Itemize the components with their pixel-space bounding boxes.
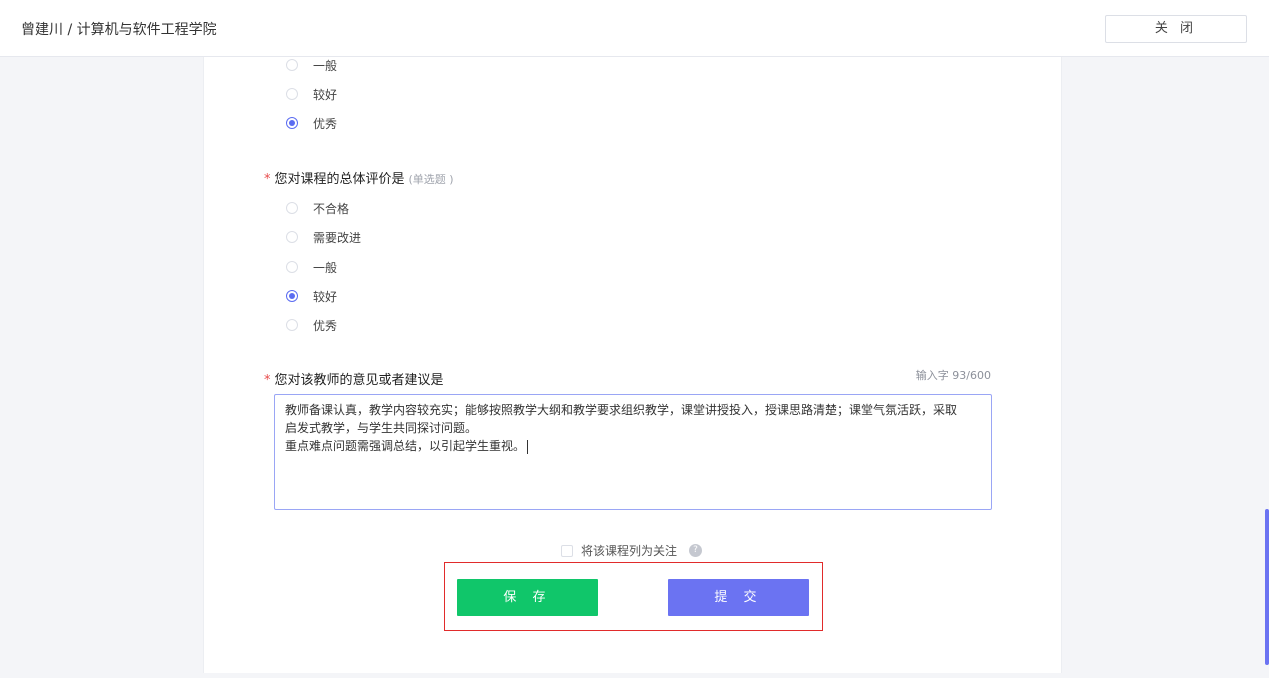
required-star: * xyxy=(264,172,271,187)
radio-button-selected[interactable] xyxy=(286,290,298,302)
follow-checkbox[interactable] xyxy=(561,544,573,557)
radio-button[interactable] xyxy=(286,261,298,273)
radio-option-prev-2[interactable]: 优秀 xyxy=(286,113,337,133)
submit-button[interactable]: 提 交 xyxy=(668,579,809,616)
radio-option-overall-1[interactable]: 需要改进 xyxy=(286,227,361,247)
textarea-line-last: 重点难点问题需强调总结，以引起学生重视。 xyxy=(285,437,981,455)
close-button[interactable]: 关 闭 xyxy=(1105,15,1247,43)
question-type-hint: (单选题 ) xyxy=(408,173,454,186)
radio-label: 优秀 xyxy=(313,116,338,131)
survey-card: 一般 较好 优秀 * 您对课程的总体评价是 (单选题 ) 不合格 需要改进 一般 较… xyxy=(203,57,1062,673)
radio-button[interactable] xyxy=(286,319,298,331)
textarea-line: 重点难点问题需强调总结，以引起学生重视。 xyxy=(285,439,526,453)
question-suggestion-title: * 您对该教师的意见或者建议是 xyxy=(264,369,444,388)
question-overall-title: * 您对课程的总体评价是 (单选题 ) xyxy=(264,168,454,187)
page-title: 曾建川 / 计算机与软件工程学院 xyxy=(21,22,217,38)
radio-label: 不合格 xyxy=(313,201,350,216)
scrollbar-thumb[interactable] xyxy=(1265,509,1269,665)
radio-label: 一般 xyxy=(313,58,338,73)
radio-label: 优秀 xyxy=(313,318,338,333)
textarea-line: 教师备课认真，教学内容较充实；能够按照教学大纲和教学要求组织教学，课堂讲授投入，… xyxy=(285,403,958,417)
help-icon[interactable]: ? xyxy=(689,544,703,557)
radio-option-overall-2[interactable]: 一般 xyxy=(286,257,337,277)
text-caret xyxy=(527,439,529,454)
radio-label: 需要改进 xyxy=(313,230,362,245)
radio-button-selected[interactable] xyxy=(286,117,298,129)
radio-button[interactable] xyxy=(286,202,298,214)
char-count: 输入字 93/600 xyxy=(915,369,991,382)
save-button[interactable]: 保 存 xyxy=(457,579,598,616)
follow-course-option[interactable]: 将该课程列为关注 ? xyxy=(561,542,703,559)
question-text: 您对课程的总体评价是 xyxy=(274,172,405,187)
suggestion-textarea[interactable]: 教师备课认真，教学内容较充实；能够按照教学大纲和教学要求组织教学，课堂讲授投入，… xyxy=(274,394,992,510)
radio-button[interactable] xyxy=(286,88,298,100)
radio-label: 较好 xyxy=(313,289,338,304)
radio-button[interactable] xyxy=(286,59,298,71)
radio-label: 一般 xyxy=(313,260,338,275)
radio-option-overall-4[interactable]: 优秀 xyxy=(286,315,337,335)
question-text: 您对该教师的意见或者建议是 xyxy=(274,373,444,388)
required-star: * xyxy=(264,373,271,388)
radio-label: 较好 xyxy=(313,87,338,102)
radio-option-prev-1[interactable]: 较好 xyxy=(286,84,337,104)
top-bar: 曾建川 / 计算机与软件工程学院 关 闭 xyxy=(0,0,1269,57)
radio-button[interactable] xyxy=(286,231,298,243)
radio-option-overall-0[interactable]: 不合格 xyxy=(286,198,349,218)
textarea-line: 启发式教学，与学生共同探讨问题。 xyxy=(285,421,478,435)
radio-option-prev-0[interactable]: 一般 xyxy=(286,55,337,75)
radio-option-overall-3[interactable]: 较好 xyxy=(286,286,337,306)
follow-label: 将该课程列为关注 xyxy=(581,544,678,558)
